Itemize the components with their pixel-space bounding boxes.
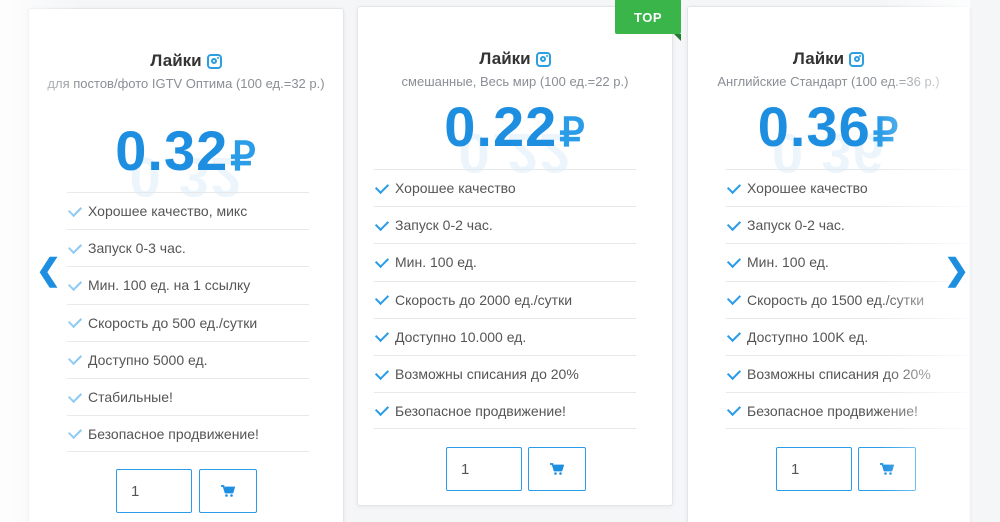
price-value: 0.36 (757, 95, 871, 158)
check-icon (726, 179, 742, 194)
feature-list: Хорошее качество, микс Запуск 0-3 час. М… (67, 192, 309, 453)
check-icon (726, 291, 742, 306)
card-title-text: Лайки (150, 51, 202, 70)
check-icon (374, 253, 390, 269)
feature-item: Мин. 100 ед. (374, 243, 636, 280)
currency-symbol: ₽ (872, 111, 900, 155)
check-icon (374, 328, 390, 343)
price: 0.22₽ (358, 99, 672, 161)
feature-item: Безопасное продвижение! (726, 392, 969, 430)
feature-item: Хорошее качество, микс (67, 192, 309, 229)
feature-item: Запуск 0-3 час. (67, 229, 309, 266)
instagram-icon (849, 51, 865, 67)
check-icon (67, 314, 83, 329)
pricing-carousel: Лайки для постов/фото IGTV Оптима (100 е… (0, 0, 1000, 522)
instagram-icon (535, 51, 551, 67)
feature-item: Скорость до 1500 ед./сутки (726, 280, 969, 318)
price: 0.32₽ (29, 123, 343, 185)
feature-item: Запуск 0-2 час. (726, 206, 969, 243)
check-icon (726, 365, 742, 380)
add-to-cart-button[interactable] (528, 447, 586, 491)
card-subtitle: для постов/фото IGTV Оптима (100 ед.=32 … (47, 76, 325, 91)
top-badge: TOP (615, 0, 681, 41)
add-to-cart-button[interactable] (199, 469, 257, 513)
check-icon (67, 276, 83, 292)
add-to-cart-button[interactable] (858, 447, 916, 491)
check-icon (67, 425, 83, 440)
price-value: 0.32 (115, 119, 229, 182)
feature-item: Стабильные! (67, 377, 309, 415)
card-title: Лайки (688, 49, 969, 69)
card-title: Лайки (358, 49, 672, 69)
check-icon (374, 402, 390, 417)
price: 0.36₽ (688, 99, 969, 161)
carousel-next-button[interactable]: ❯ (944, 256, 969, 286)
feature-item: Доступно 100K ед. (726, 317, 969, 355)
check-icon (67, 388, 83, 403)
card-title: Лайки (29, 51, 343, 71)
feature-item: Хорошее качество (726, 169, 969, 206)
feature-item: Мин. 100 ед. (726, 243, 969, 280)
price-value: 0.22 (444, 95, 558, 158)
quantity-input[interactable] (446, 447, 522, 491)
feature-item: Возможны списания до 20% (726, 354, 969, 392)
feature-item: Хорошее качество (374, 169, 636, 206)
feature-list: Хорошее качество Запуск 0-2 час. Мин. 10… (726, 169, 969, 430)
feature-item: Скорость до 500 ед./сутки (67, 303, 309, 341)
check-icon (726, 253, 742, 269)
check-icon (67, 202, 83, 217)
currency-symbol: ₽ (559, 111, 586, 155)
quantity-input[interactable] (776, 447, 852, 491)
check-icon (374, 291, 390, 306)
cart-icon (221, 485, 235, 497)
check-icon (726, 402, 742, 417)
feature-item: Запуск 0-2 час. (374, 206, 636, 243)
feature-list: Хорошее качество Запуск 0-2 час. Мин. 10… (374, 169, 636, 430)
pricing-card-1: Лайки для постов/фото IGTV Оптима (100 е… (28, 8, 344, 522)
check-icon (67, 351, 83, 366)
feature-item: Доступно 5000 ед. (67, 340, 309, 378)
carousel-prev-button[interactable]: ❮ (36, 256, 61, 286)
currency-symbol: ₽ (230, 135, 257, 179)
quantity-input[interactable] (116, 469, 192, 513)
check-icon (67, 239, 83, 254)
card-title-text: Лайки (792, 49, 845, 68)
check-icon (374, 179, 390, 194)
card-subtitle: смешанные, Весь мир (100 ед.=22 р.) (401, 74, 629, 89)
card-title-text: Лайки (479, 49, 531, 68)
feature-item: Мин. 100 ед. на 1 ссылку (67, 266, 309, 303)
instagram-icon (206, 53, 222, 69)
check-icon (374, 216, 390, 231)
check-icon (726, 328, 742, 343)
cart-icon (880, 463, 894, 475)
feature-item: Безопасное продвижение! (67, 415, 309, 453)
cart-icon (550, 463, 564, 475)
pricing-card-3: Лайки Английские Стандарт (100 ед.=36 р.… (687, 6, 970, 522)
check-icon (726, 216, 742, 231)
check-icon (374, 365, 390, 380)
card-subtitle: Английские Стандарт (100 ед.=36 р.) (717, 74, 940, 89)
feature-item: Скорость до 2000 ед./сутки (374, 280, 636, 318)
feature-item: Доступно 10.000 ед. (374, 317, 636, 355)
pricing-card-2: Лайки смешанные, Весь мир (100 ед.=22 р.… (357, 6, 673, 506)
feature-item: Безопасное продвижение! (374, 392, 636, 430)
feature-item: Возможны списания до 20% (374, 354, 636, 392)
